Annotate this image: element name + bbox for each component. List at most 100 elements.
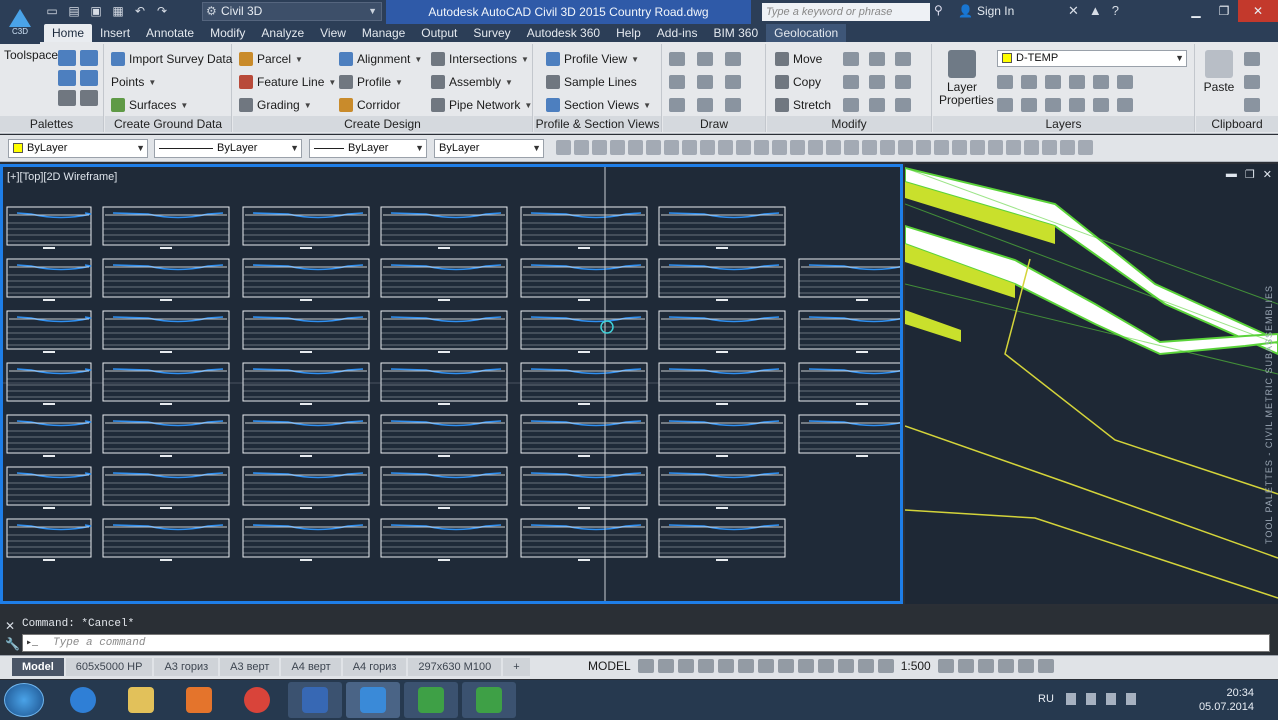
section-view[interactable]: [102, 466, 230, 509]
tool-palette-strip[interactable]: TOOL PALETTES - CIVIL METRIC SUBASSEMBLI…: [1264, 274, 1278, 544]
palette-icon[interactable]: [58, 50, 76, 66]
section-views-button[interactable]: Section Views ▼: [546, 98, 651, 112]
toolbar-icon[interactable]: [880, 140, 895, 155]
toolbar-icon[interactable]: [592, 140, 607, 155]
section-view[interactable]: [102, 258, 230, 301]
section-view[interactable]: [380, 258, 508, 301]
section-view[interactable]: [102, 518, 230, 561]
section-view[interactable]: [658, 414, 786, 457]
toolbar-icon[interactable]: [808, 140, 823, 155]
intersections-button[interactable]: Intersections ▼: [431, 52, 529, 66]
search-input[interactable]: Type a keyword or phrase: [762, 3, 930, 21]
tab-geolocation[interactable]: Geolocation: [766, 24, 847, 42]
tab-autodesk-360[interactable]: Autodesk 360: [519, 24, 608, 42]
section-view[interactable]: [380, 414, 508, 457]
toolbar-icon[interactable]: [934, 140, 949, 155]
tab-add-ins[interactable]: Add-ins: [649, 24, 706, 42]
ucs-icon[interactable]: [757, 659, 774, 673]
sample-lines-button[interactable]: Sample Lines: [546, 75, 637, 89]
isolate-objects-icon[interactable]: [977, 659, 994, 673]
section-view[interactable]: [6, 466, 92, 509]
annotation-scale[interactable]: 1:500: [898, 659, 934, 673]
alignment-button[interactable]: Alignment ▼: [339, 52, 422, 66]
section-view[interactable]: [242, 414, 370, 457]
palette-icon[interactable]: [58, 70, 76, 86]
surfaces-button[interactable]: Surfaces ▼: [111, 98, 188, 112]
layer-tool-icon[interactable]: [1021, 75, 1037, 89]
tab-home[interactable]: Home: [44, 24, 93, 42]
palette-icon[interactable]: [80, 50, 98, 66]
fillet-icon[interactable]: [869, 75, 885, 89]
layer-tool-icon[interactable]: [1069, 98, 1085, 112]
toolbar-icon[interactable]: [970, 140, 985, 155]
section-view[interactable]: [520, 518, 648, 561]
otrack-icon[interactable]: [737, 659, 754, 673]
create-design-title[interactable]: Create Design: [233, 116, 532, 132]
layer-tool-icon[interactable]: [1093, 98, 1109, 112]
toolbar-icon[interactable]: [718, 140, 733, 155]
autoscale-icon[interactable]: [877, 659, 894, 673]
toolbar-icon[interactable]: [736, 140, 751, 155]
section-view[interactable]: [520, 414, 648, 457]
cut-icon[interactable]: [1244, 52, 1260, 66]
undo-icon[interactable]: ↶: [132, 3, 148, 19]
section-view[interactable]: [380, 362, 508, 405]
layer-select[interactable]: D-TEMP ▼: [997, 50, 1187, 67]
line-icon[interactable]: [669, 52, 685, 66]
layer-tool-icon[interactable]: [1045, 75, 1061, 89]
section-view[interactable]: [102, 206, 230, 249]
create-ground-data-title[interactable]: Create Ground Data: [105, 116, 231, 132]
close-button[interactable]: ✕: [1238, 0, 1278, 22]
layout-tab[interactable]: A3 гориз: [154, 658, 219, 676]
taskbar-media[interactable]: [172, 682, 226, 718]
layout-tab[interactable]: 605x5000 HP: [65, 658, 153, 676]
layer-tool-icon[interactable]: [997, 98, 1013, 112]
array-icon[interactable]: [869, 98, 885, 112]
layout-tab[interactable]: A4 верт: [281, 658, 341, 676]
tab-insert[interactable]: Insert: [92, 24, 138, 42]
model-viewport-3d[interactable]: ▬ ❐ ✕ TOOL PALETTES - CIVIL METRIC SUBAS…: [905, 164, 1278, 604]
section-view[interactable]: [380, 310, 508, 353]
open-icon[interactable]: ▤: [66, 3, 82, 19]
customize-icon[interactable]: [1037, 659, 1054, 673]
feature-line-button[interactable]: Feature Line ▼: [239, 75, 336, 89]
arc-icon[interactable]: [697, 52, 713, 66]
polar-icon[interactable]: [697, 659, 714, 673]
toolbar-icon[interactable]: [790, 140, 805, 155]
layer-tool-icon[interactable]: [1117, 75, 1133, 89]
toolbar-icon[interactable]: [1006, 140, 1021, 155]
language-indicator[interactable]: RU: [1038, 693, 1054, 705]
section-view[interactable]: [242, 518, 370, 561]
tab-manage[interactable]: Manage: [354, 24, 413, 42]
paste-button[interactable]: Paste: [1196, 50, 1242, 94]
draw-panel-title[interactable]: Draw: [663, 116, 765, 132]
tab-help[interactable]: Help: [608, 24, 649, 42]
section-view[interactable]: [658, 362, 786, 405]
volume-icon[interactable]: [1126, 693, 1136, 705]
hatch-icon[interactable]: [725, 98, 741, 112]
color-select[interactable]: ByLayer ▼: [8, 139, 148, 158]
palette-icon[interactable]: [80, 90, 98, 106]
exchange-icon[interactable]: ✕: [1068, 3, 1079, 19]
toolbar-icon[interactable]: [1060, 140, 1075, 155]
minimize-viewport-icon[interactable]: ▬: [1226, 168, 1237, 181]
section-view[interactable]: [6, 258, 92, 301]
grading-button[interactable]: Grading ▼: [239, 98, 312, 112]
section-view[interactable]: [242, 206, 370, 249]
assembly-button[interactable]: Assembly ▼: [431, 75, 513, 89]
model-viewport-plan[interactable]: [+][Top][2D Wireframe]: [0, 164, 903, 604]
section-view[interactable]: [520, 258, 648, 301]
explode-icon[interactable]: [895, 75, 911, 89]
layer-tool-icon[interactable]: [1021, 98, 1037, 112]
section-view[interactable]: [380, 206, 508, 249]
layer-tool-icon[interactable]: [1117, 98, 1133, 112]
toolbar-icon[interactable]: [844, 140, 859, 155]
workspace-select[interactable]: ⚙ Civil 3D ▼: [202, 2, 382, 21]
toolbar-icon[interactable]: [1042, 140, 1057, 155]
copy-clip-icon[interactable]: [1244, 75, 1260, 89]
layer-tool-icon[interactable]: [1093, 75, 1109, 89]
osnap-icon[interactable]: [717, 659, 734, 673]
section-view[interactable]: [520, 466, 648, 509]
palette-icon[interactable]: [80, 70, 98, 86]
section-view[interactable]: [102, 414, 230, 457]
